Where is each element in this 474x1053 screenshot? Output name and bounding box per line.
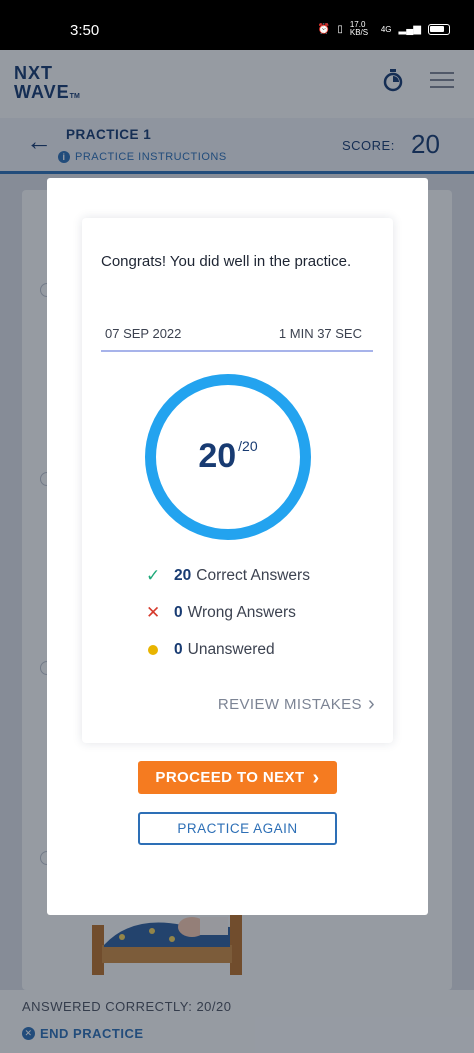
yellow-dot-icon [146,640,170,660]
attempt-duration: 1 MIN 37 SEC [278,326,362,341]
alarm-icon: ⏰ [317,23,331,35]
wrong-answers-stat: ✕ 0 Wrong Answers [146,603,296,622]
cross-icon: ✕ [146,603,161,622]
ring-score: 20/20 [156,437,300,476]
battery-icon [428,23,450,35]
result-modal: Congrats! You did well in the practice. … [47,178,428,915]
correct-answers-stat: ✓ 20 Correct Answers [146,566,310,585]
status-bar: 3:50 ⏰ ▯ 17.0 KB/S 4G ▂▄▆ [0,0,474,50]
chevron-right-icon: › [367,693,375,715]
ring-score-value: 20 [198,437,237,475]
vibrate-icon: ▯ [337,23,343,35]
result-card: Congrats! You did well in the practice. … [82,218,393,743]
proceed-to-next-button[interactable]: PROCEED TO NEXT › [138,761,337,794]
status-time: 3:50 [70,22,100,39]
attempt-meta: 07 SEP 2022 1 MIN 37 SEC [101,321,373,352]
network-type: 4G [380,24,392,34]
score-ring: 20/20 [145,374,311,540]
practice-again-button[interactable]: PRACTICE AGAIN [138,812,337,845]
net-speed: 17.0 KB/S [349,20,369,37]
signal-icon: ▂▄▆ [398,23,421,35]
check-icon: ✓ [146,566,161,585]
status-icons: ⏰ ▯ 17.0 KB/S 4G ▂▄▆ [318,21,450,37]
attempt-date: 07 SEP 2022 [105,326,182,341]
ring-score-total: /20 [238,438,258,454]
unanswered-stat: 0 Unanswered [146,640,275,660]
congrats-message: Congrats! You did well in the practice. [101,253,352,270]
chevron-right-icon: › [312,766,320,789]
review-mistakes-link[interactable]: REVIEW MISTAKES › [218,693,375,715]
